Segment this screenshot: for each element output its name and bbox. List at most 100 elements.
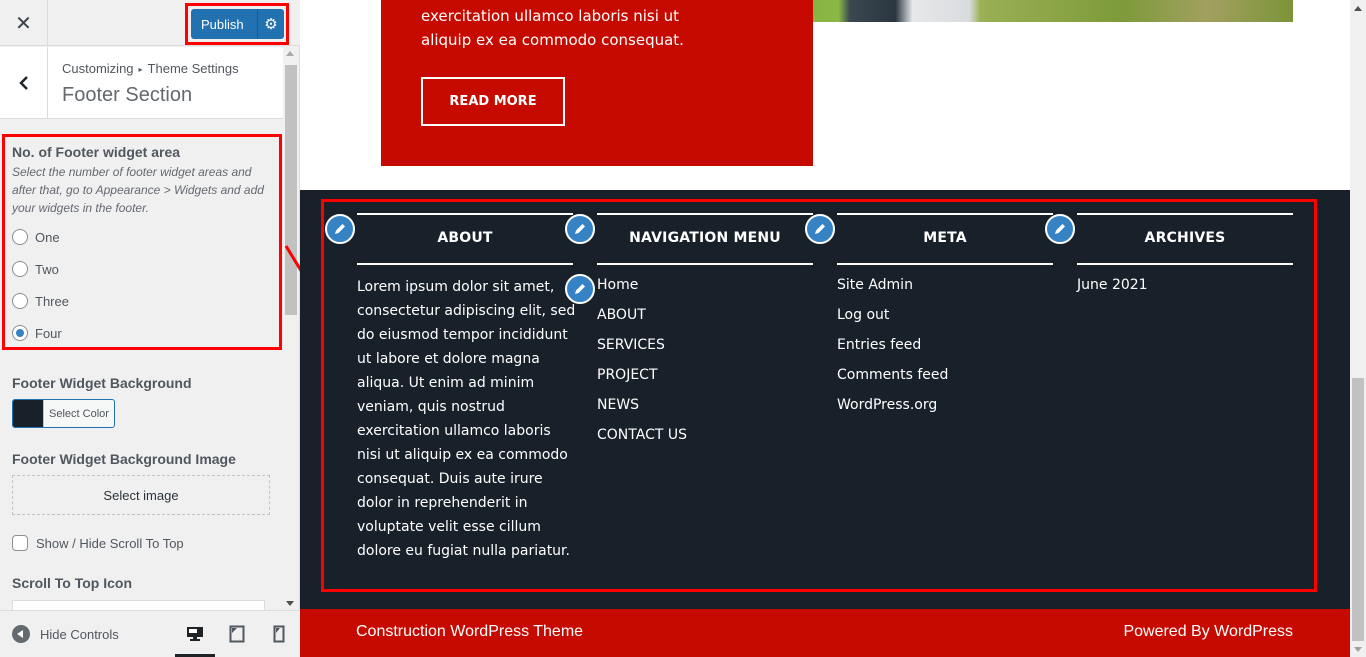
radio-label: One — [35, 229, 60, 245]
meta-link-entries-feed[interactable]: Entries feed — [837, 335, 1057, 365]
powered-by-link[interactable]: Powered By WordPress — [1123, 623, 1293, 641]
widget-area-description: Select the number of footer widget areas… — [12, 165, 264, 215]
scroll-down-arrow-icon[interactable] — [286, 601, 294, 606]
widget-title: NAVIGATION MENU — [629, 230, 781, 246]
select-image-button[interactable]: Select image — [12, 475, 270, 515]
nav-link-services[interactable]: SERVICES — [597, 335, 817, 365]
scroll-up-arrow-icon[interactable] — [286, 51, 294, 56]
meta-link-comments-feed[interactable]: Comments feed — [837, 365, 1057, 395]
nav-menu-list: Home ABOUT SERVICES PROJECT NEWS CONTACT… — [597, 275, 817, 455]
meta-list: Site Admin Log out Entries feed Comments… — [837, 275, 1057, 425]
mobile-icon — [273, 625, 285, 643]
widget-title: ABOUT — [437, 230, 493, 246]
scroll-to-top-icon-title: Scroll To Top Icon — [12, 575, 133, 591]
tablet-icon — [229, 625, 245, 643]
meta-link-wordpress-org[interactable]: WordPress.org — [837, 395, 1057, 425]
nav-link-news[interactable]: NEWS — [597, 395, 817, 425]
close-customizer-button[interactable]: ✕ — [0, 0, 48, 46]
pencil-icon — [575, 224, 585, 234]
back-button[interactable] — [0, 47, 48, 119]
radio-button-checked[interactable] — [12, 325, 28, 341]
scroll-to-top-label: Show / Hide Scroll To Top — [36, 535, 184, 551]
edit-widget-about-button[interactable] — [325, 214, 355, 244]
widget-area-title: No. of Footer widget area — [12, 144, 181, 160]
radio-button[interactable] — [12, 229, 28, 245]
color-swatch — [13, 400, 43, 427]
meta-link-log-out[interactable]: Log out — [837, 305, 1057, 335]
radio-option-one[interactable]: One — [12, 229, 60, 245]
radio-label: Three — [35, 293, 69, 309]
radio-option-two[interactable]: Two — [12, 261, 59, 277]
widget-divider — [1077, 263, 1293, 265]
widget-title: META — [923, 230, 967, 246]
card-text: exercitation ullamco laboris nisi ut ali… — [421, 7, 684, 49]
preview-tablet-button[interactable] — [217, 611, 257, 657]
close-icon: ✕ — [15, 11, 32, 35]
radio-label: Four — [35, 325, 62, 341]
widget-title: ARCHIVES — [1144, 230, 1226, 246]
customizer-panel: ✕ Publish ⚙ Customizing ▸ Theme Settings F… — [0, 0, 300, 657]
breadcrumb-item: Theme Settings — [147, 61, 239, 76]
radio-option-four[interactable]: Four — [12, 325, 62, 341]
preview-mobile-button[interactable] — [259, 611, 299, 657]
widget-divider — [837, 263, 1053, 265]
about-card: exercitation ullamco laboris nisi ut ali… — [381, 0, 813, 166]
select-color-label: Select Color — [43, 400, 114, 427]
controls-list: No. of Footer widget area Select the num… — [0, 120, 283, 610]
widget-divider — [597, 213, 813, 215]
read-more-button[interactable]: READ MORE — [421, 77, 565, 126]
copyright-bar: Construction WordPress Theme Powered By … — [300, 609, 1350, 657]
about-text: Lorem ipsum dolor sit amet, consectetur … — [357, 279, 576, 559]
gear-icon: ⚙ — [264, 15, 278, 33]
nav-link-project[interactable]: PROJECT — [597, 365, 817, 395]
breadcrumb-separator-icon: ▸ — [138, 65, 143, 75]
panel-scrollbar[interactable] — [283, 47, 298, 610]
site-preview: exercitation ullamco laboris nisi ut ali… — [300, 0, 1350, 657]
scroll-to-top-checkbox[interactable] — [12, 535, 28, 551]
archives-list: June 2021 — [1077, 275, 1297, 305]
widget-divider — [1077, 213, 1293, 215]
widget-background-title: Footer Widget Background — [12, 375, 192, 391]
panel-footer: Hide Controls — [0, 610, 300, 657]
nav-link-about[interactable]: ABOUT — [597, 305, 817, 335]
preview-desktop-button[interactable] — [175, 611, 215, 657]
pencil-icon — [815, 224, 825, 234]
nav-link-contact[interactable]: CONTACT US — [597, 425, 817, 455]
scrollbar-thumb[interactable] — [285, 65, 297, 315]
scroll-to-top-toggle[interactable]: Show / Hide Scroll To Top — [12, 535, 184, 551]
scroll-to-top-icon-select[interactable] — [12, 600, 265, 610]
publish-button[interactable]: Publish — [191, 17, 257, 32]
collapse-arrow-icon — [12, 625, 30, 643]
hide-controls-label: Hide Controls — [40, 626, 119, 642]
publish-settings-button[interactable]: ⚙ — [257, 9, 284, 39]
scroll-down-arrow-icon[interactable] — [1354, 647, 1362, 652]
breadcrumb-item: Customizing — [62, 61, 134, 76]
breadcrumb: Customizing ▸ Theme Settings — [62, 61, 239, 76]
widget-divider — [597, 263, 813, 265]
nav-link-home[interactable]: Home — [597, 275, 817, 305]
pencil-icon — [335, 224, 345, 234]
radio-option-three[interactable]: Three — [12, 293, 69, 309]
hide-controls-button[interactable]: Hide Controls — [12, 625, 119, 643]
pencil-icon — [1055, 224, 1065, 234]
widget-divider — [837, 213, 1053, 215]
widget-background-image-title: Footer Widget Background Image — [12, 451, 236, 467]
archive-link[interactable]: June 2021 — [1077, 275, 1297, 305]
desktop-icon — [187, 627, 203, 641]
scroll-up-arrow-icon[interactable] — [1354, 6, 1362, 11]
preview-scrollbar[interactable] — [1350, 0, 1366, 657]
section-header: Customizing ▸ Theme Settings Footer Sectio… — [0, 47, 283, 119]
chevron-left-icon — [18, 76, 28, 90]
theme-credit-link[interactable]: Construction WordPress Theme — [356, 623, 583, 641]
customizer-topbar: ✕ Publish ⚙ — [0, 0, 300, 46]
widget-divider — [357, 263, 573, 265]
widget-divider — [357, 213, 573, 215]
select-color-button[interactable]: Select Color — [12, 399, 115, 428]
radio-label: Two — [35, 261, 59, 277]
section-title: Footer Section — [62, 84, 193, 106]
scrollbar-thumb[interactable] — [1352, 378, 1364, 641]
radio-button[interactable] — [12, 261, 28, 277]
radio-button[interactable] — [12, 293, 28, 309]
meta-link-site-admin[interactable]: Site Admin — [837, 275, 1057, 305]
publish-button-group: Publish ⚙ — [191, 9, 284, 39]
